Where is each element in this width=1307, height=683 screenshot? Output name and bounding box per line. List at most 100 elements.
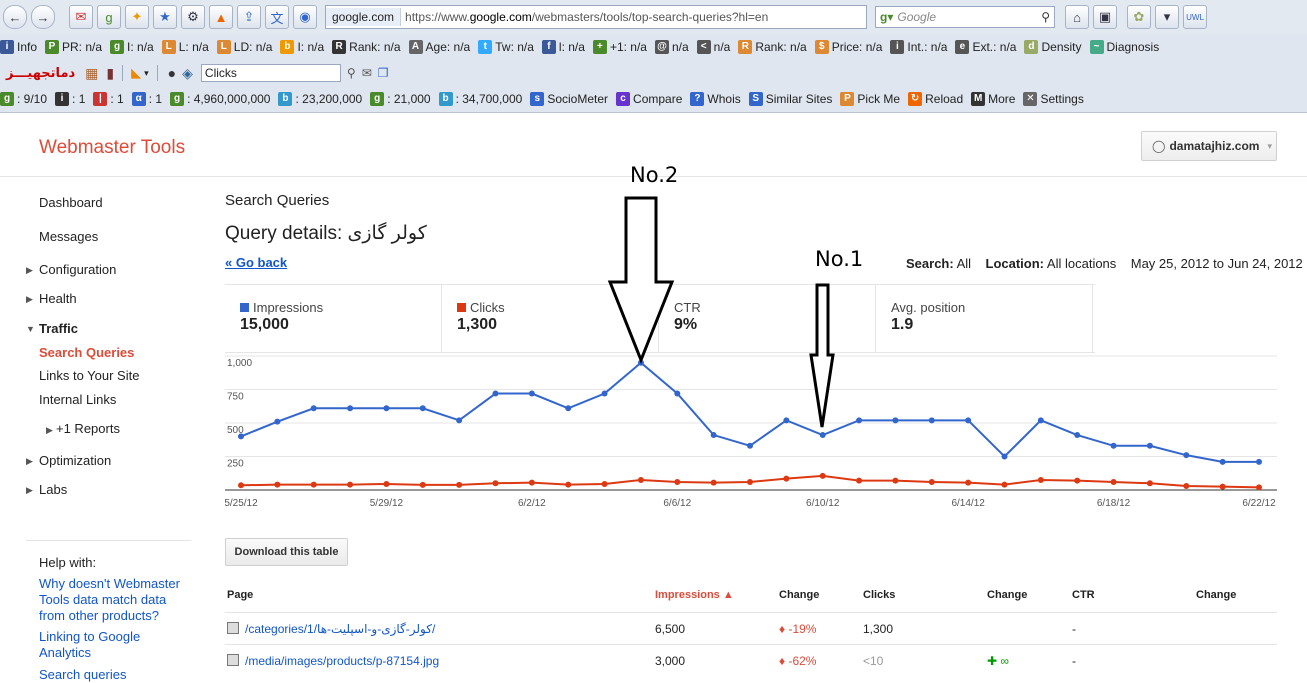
seo-toolbar-item[interactable]: < n/a	[696, 40, 730, 54]
analytics-icon[interactable]: ▲	[209, 5, 233, 29]
col-clicks[interactable]: Clicks	[863, 589, 895, 601]
help-link-analytics[interactable]: Linking to Google Analytics	[39, 629, 189, 661]
page-icon[interactable]	[227, 654, 239, 666]
help-link-data-match[interactable]: Why doesn't Webmaster Tools data match d…	[39, 576, 189, 624]
seo-toolbar-item[interactable]: L L: n/a	[161, 40, 209, 54]
brand-logo[interactable]: دماتجهیـــز	[6, 65, 75, 81]
seo-toolbar-item[interactable]: f l: n/a	[541, 40, 585, 54]
col-impressions[interactable]: Impressions ▲	[655, 589, 734, 601]
dropdown-icon[interactable]: ▾	[1155, 5, 1179, 29]
mail-icon[interactable]: ✉	[362, 66, 372, 80]
sidebar-item-traffic[interactable]: Traffic	[39, 321, 78, 336]
sidebar-item-search-queries[interactable]: Search Queries	[39, 345, 134, 360]
menu-icon[interactable]: ▣	[1093, 5, 1117, 29]
sidebar-item-messages[interactable]: Messages	[39, 229, 98, 244]
seoquake-item[interactable]: c Compare	[616, 92, 682, 106]
back-icon[interactable]: ←	[3, 5, 27, 29]
seo-toolbar-item[interactable]: + +1: n/a	[592, 40, 647, 54]
site-identity[interactable]: google.com	[326, 8, 402, 26]
seo-toolbar-item[interactable]: t Tw: n/a	[478, 40, 534, 54]
seo-toolbar-item[interactable]: R Rank: n/a	[332, 40, 401, 54]
col-change-clicks[interactable]: Change	[987, 589, 1027, 601]
seoquake-item[interactable]: ↻ Reload	[908, 92, 963, 106]
uwl-icon[interactable]: UWL	[1183, 5, 1207, 29]
metric-ctr[interactable]: CTR 9%	[659, 285, 876, 352]
caret-right-icon[interactable]: ▶	[26, 265, 33, 276]
bookmark-icon[interactable]: ★	[153, 5, 177, 29]
chevron-down-icon[interactable]: ▾	[144, 68, 149, 79]
seoquake-item[interactable]: b: 34,700,000	[438, 92, 522, 106]
seo-toolbar-item[interactable]: $ Price: n/a	[814, 40, 882, 54]
col-ctr[interactable]: CTR	[1072, 589, 1095, 601]
home-icon[interactable]: ⌂	[1065, 5, 1089, 29]
caret-right-icon[interactable]: ▶	[26, 485, 33, 496]
seoquake-item[interactable]: g: 4,960,000,000	[170, 92, 270, 106]
metric-avg-position[interactable]: Avg. position 1.9	[876, 285, 1093, 352]
seo-toolbar-item[interactable]: i Info	[0, 40, 37, 54]
sidebar-item-links[interactable]: Links to Your Site	[39, 368, 139, 383]
caret-down-icon[interactable]: ▼	[26, 324, 35, 334]
addon-icon[interactable]: ✿	[1127, 5, 1151, 29]
sidebar-item-health[interactable]: Health	[39, 291, 77, 306]
sidebar-item-internal-links[interactable]: Internal Links	[39, 392, 116, 407]
seoquake-item[interactable]: g: 9/10	[0, 92, 47, 106]
gmail-icon[interactable]: ✉	[69, 5, 93, 29]
site-selector[interactable]: ◯ damatajhiz.com ▾	[1141, 131, 1277, 161]
seoquake-item[interactable]: ✕ Settings	[1023, 92, 1084, 106]
seoquake-item[interactable]: S Similar Sites	[748, 92, 832, 106]
seoquake-item[interactable]: i: 1	[55, 92, 85, 106]
box-icon[interactable]: ▦	[85, 65, 98, 82]
url-text[interactable]: https://www.google.com/webmasters/tools/…	[401, 10, 768, 24]
copy-icon[interactable]: ❐	[378, 66, 389, 80]
col-change-ctr[interactable]: Change	[1196, 589, 1236, 601]
seo-toolbar-item[interactable]: P PR: n/a	[45, 40, 102, 54]
seoquake-item[interactable]: α: 1	[131, 92, 162, 106]
share-icon[interactable]: ⇪	[237, 5, 261, 29]
toolbar-search-input[interactable]: Clicks	[200, 64, 341, 82]
caret-right-icon[interactable]: ▶	[26, 294, 33, 305]
seo-toolbar-item[interactable]: ~ Diagnosis	[1089, 40, 1159, 54]
camera-icon[interactable]: ◉	[293, 5, 317, 29]
help-link-search-queries[interactable]: Search queries	[39, 667, 189, 683]
seo-toolbar-item[interactable]: R Rank: n/a	[738, 40, 807, 54]
seo-toolbar-item[interactable]: i Int.: n/a	[890, 40, 947, 54]
page-icon[interactable]	[227, 622, 239, 634]
google-icon[interactable]: g	[97, 5, 121, 29]
search-icon[interactable]: ⚲	[1041, 10, 1050, 24]
seoquake-item[interactable]: M More	[971, 92, 1015, 106]
seo-toolbar-item[interactable]: A Age: n/a	[408, 40, 470, 54]
caret-right-icon[interactable]: ▶	[26, 456, 33, 467]
queries-line-chart[interactable]: 1,0007505002505/25/12 5/29/12 6/2/12 6/6/12…	[225, 352, 1280, 517]
seoquake-item[interactable]: b: 23,200,000	[278, 92, 362, 106]
hat-icon[interactable]: ●	[168, 65, 176, 81]
seo-toolbar-item[interactable]: L LD: n/a	[216, 40, 272, 54]
seoquake-item[interactable]: s SocioMeter	[530, 92, 608, 106]
caret-right-icon[interactable]: ▶	[46, 425, 53, 436]
sidebar-item-optimization[interactable]: Optimization	[39, 453, 111, 468]
photo-icon[interactable]: ✦	[125, 5, 149, 29]
book-icon[interactable]: ▮	[106, 65, 114, 82]
sidebar-item-configuration[interactable]: Configuration	[39, 262, 116, 277]
sidebar-item-labs[interactable]: Labs	[39, 482, 67, 497]
go-back-link[interactable]: « Go back	[225, 255, 287, 270]
col-change-impressions[interactable]: Change	[779, 589, 819, 601]
metric-impressions[interactable]: Impressions 15,000	[225, 285, 442, 352]
product-title[interactable]: Webmaster Tools	[39, 137, 185, 159]
sidebar-item-plus1[interactable]: +1 Reports	[56, 421, 120, 436]
browser-search-input[interactable]: g▾ Google ⚲	[875, 6, 1055, 28]
seoquake-item[interactable]: P Pick Me	[840, 92, 900, 106]
gear-icon[interactable]: ⚙	[181, 5, 205, 29]
download-table-button[interactable]: Download this table	[225, 538, 348, 566]
seo-toolbar-item[interactable]: e Ext.: n/a	[955, 40, 1016, 54]
col-page[interactable]: Page	[227, 589, 253, 601]
forward-icon[interactable]: →	[31, 5, 55, 29]
seo-toolbar-item[interactable]: b I: n/a	[280, 40, 324, 54]
metric-clicks[interactable]: Clicks 1,300	[442, 285, 659, 352]
seoquake-item[interactable]: |: 1	[93, 92, 124, 106]
seoquake-item[interactable]: ? Whois	[690, 92, 741, 106]
find-icon[interactable]: ⚲	[347, 66, 356, 80]
address-bar[interactable]: google.com https://www.google.com/webmas…	[325, 5, 867, 29]
shield-icon[interactable]: ◈	[182, 65, 193, 82]
seo-toolbar-item[interactable]: d Density	[1024, 40, 1082, 54]
date-range[interactable]: May 25, 2012 to Jun 24, 2012	[1131, 256, 1303, 271]
